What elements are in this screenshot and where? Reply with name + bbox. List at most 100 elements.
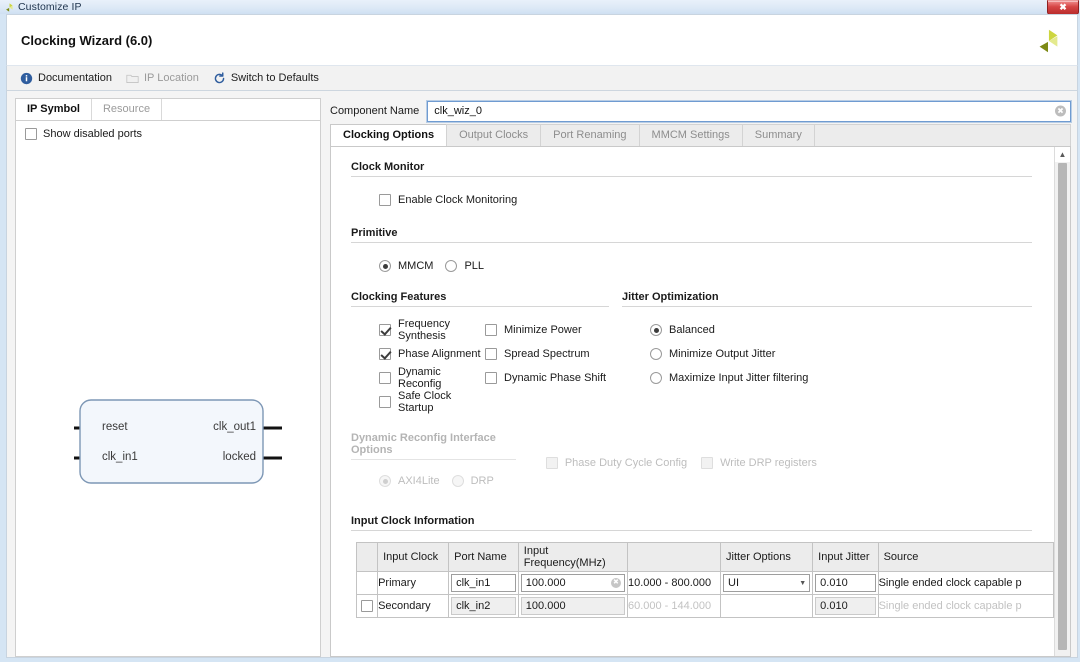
input-frequency-secondary-input[interactable]: 100.000 [520,597,625,615]
col-input-clock: Input Clock [377,542,450,572]
jitter-balanced-radio[interactable] [650,324,662,336]
drp-radio[interactable] [451,475,464,487]
jitter-balanced-row[interactable]: Balanced [650,318,1032,342]
input-clock-table: Input Clock Port Name Input Frequency(MH… [355,542,1054,618]
config-tabs: Clocking Options Output Clocks Port Rena… [330,124,1071,146]
frequency-synthesis-label: Frequency Synthesis [398,318,450,342]
jitter-options-primary-select[interactable]: UI ▼ [723,574,811,592]
primitive-pll-radio[interactable] [445,260,458,272]
dynamic-reconfig-radios: AXI4Lite DRP [351,460,494,493]
dynamic-reconfig-row[interactable]: Dynamic Reconfig [379,366,485,390]
frequency-synthesis-row[interactable]: Frequency Synthesis [379,318,485,342]
show-disabled-ports-row[interactable]: Show disabled ports [16,121,320,140]
primitive-mmcm-row[interactable]: MMCM [379,254,433,278]
ip-location-label: IP Location [144,72,199,84]
table-row: Secondary clk_in2 100.000 60.000 - 144.0… [355,594,1054,618]
axi4lite-row[interactable]: AXI4Lite [379,469,440,493]
jitter-minimize-output-radio[interactable] [650,348,662,360]
clocking-features-title: Clocking Features [351,291,447,303]
jitter-maximize-input-radio[interactable] [650,372,662,384]
clear-circle-icon[interactable]: ✖ [1055,105,1066,117]
dialog-body: IP Symbol Resource Show disabled ports r… [6,91,1078,658]
xilinx-logo-icon [4,2,15,13]
clear-circle-icon[interactable]: ✖ [610,578,621,588]
enable-secondary-checkbox[interactable] [361,600,374,612]
phase-alignment-checkbox[interactable] [379,348,391,360]
cell-port-name-secondary[interactable]: clk_in2 [448,594,519,618]
show-disabled-ports-checkbox[interactable] [25,128,37,140]
spread-spectrum-row[interactable]: Spread Spectrum [485,342,606,366]
jitter-balanced-label: Balanced [669,324,715,336]
dynamic-reconfig-label: Dynamic Reconfig [398,366,442,390]
tab-resource[interactable]: Resource [92,99,163,120]
primitive-mmcm-label: MMCM [398,260,434,272]
scrollbar-thumb[interactable] [1058,163,1067,650]
left-tabs-filler [162,99,320,120]
switch-to-defaults-button[interactable]: Switch to Defaults [213,71,319,85]
safe-clock-startup-row[interactable]: Safe Clock Startup [379,390,485,414]
tab-ip-symbol[interactable]: IP Symbol [16,99,92,120]
close-button[interactable]: ✖ [1047,0,1079,15]
minimize-power-checkbox[interactable] [485,324,497,336]
jitter-options-primary-value: UI [728,577,740,589]
ip-location-button[interactable]: IP Location [126,72,199,85]
input-jitter-primary-input[interactable]: 0.010 [815,574,876,592]
input-frequency-primary-field[interactable]: 100.000 ✖ [520,574,625,592]
primitive-pll-row[interactable]: PLL [445,254,484,278]
jitter-optimization-section: Jitter Optimization Balanced Minimize Ou… [622,291,1032,414]
scroll-up-icon[interactable]: ▲ [1055,147,1070,162]
phase-alignment-row[interactable]: Phase Alignment [379,342,485,366]
tab-mmcm-settings[interactable]: MMCM Settings [638,124,742,146]
ip-symbol-canvas: reset clk_in1 clk_out1 locked [16,140,320,656]
tab-summary[interactable]: Summary [741,124,814,146]
vertical-scrollbar[interactable]: ▲ [1054,147,1070,656]
dynamic-phase-shift-label: Dynamic Phase Shift [504,372,607,384]
tab-port-renaming[interactable]: Port Renaming [540,124,639,146]
show-disabled-ports-label: Show disabled ports [43,128,143,140]
dynamic-phase-shift-row[interactable]: Dynamic Phase Shift [485,366,606,390]
cell-jitter-options-primary[interactable]: UI ▼ [720,571,814,595]
divider [351,530,1032,531]
cell-input-jitter-primary[interactable]: 0.010 [812,571,879,595]
cell-input-jitter-secondary[interactable]: 0.010 [812,594,879,618]
dynamic-phase-shift-checkbox[interactable] [485,372,497,384]
drp-row[interactable]: DRP [451,469,494,493]
tab-clocking-options[interactable]: Clocking Options [330,124,447,146]
documentation-label: Documentation [38,72,112,84]
phase-duty-cycle-config-checkbox[interactable] [545,457,558,469]
component-name-input[interactable] [432,104,1066,118]
dynamic-reconfig-checkbox[interactable] [379,372,391,384]
minimize-power-row[interactable]: Minimize Power [485,318,606,342]
jitter-minimize-output-row[interactable]: Minimize Output Jitter [650,342,1032,366]
write-drp-registers-row[interactable]: Write DRP registers [701,451,817,475]
write-drp-registers-checkbox[interactable] [701,457,714,469]
primitive-mmcm-radio[interactable] [379,260,391,272]
port-name-primary-input[interactable]: clk_in1 [451,574,516,592]
col-port-name: Port Name [448,542,519,572]
port-name-secondary-input[interactable]: clk_in2 [451,597,516,615]
phase-duty-cycle-config-row[interactable]: Phase Duty Cycle Config [545,451,688,475]
safe-clock-startup-checkbox[interactable] [379,396,391,408]
cell-enable-secondary[interactable] [355,594,379,618]
jitter-maximize-input-row[interactable]: Maximize Input Jitter filtering [650,366,1032,390]
documentation-button[interactable]: Documentation [20,72,112,85]
component-name-field[interactable]: ✖ [427,100,1071,122]
col-source: Source [877,542,1054,572]
phase-alignment-label: Phase Alignment [398,348,481,360]
input-jitter-secondary-input[interactable]: 0.010 [815,597,876,615]
primitive-pll-label: PLL [464,260,485,272]
cell-input-frequency-secondary[interactable]: 100.000 [517,594,628,618]
clock-monitor-section: Clock Monitor Enable Clock Monitoring [351,161,1032,212]
col-input-frequency: Input Frequency(MHz) [517,542,628,572]
enable-clock-monitoring-checkbox[interactable] [379,194,391,206]
enable-clock-monitoring-row[interactable]: Enable Clock Monitoring [379,188,1032,212]
phase-duty-cycle-config-label: Phase Duty Cycle Config [564,457,688,469]
tab-output-clocks[interactable]: Output Clocks [446,124,541,146]
frequency-synthesis-checkbox[interactable] [379,324,391,336]
spread-spectrum-checkbox[interactable] [485,348,497,360]
axi4lite-radio[interactable] [379,475,391,487]
cell-input-frequency-primary[interactable]: 100.000 ✖ [517,571,628,595]
col-enable [355,542,379,572]
spread-spectrum-label: Spread Spectrum [504,348,590,360]
cell-port-name-primary[interactable]: clk_in1 [448,571,519,595]
